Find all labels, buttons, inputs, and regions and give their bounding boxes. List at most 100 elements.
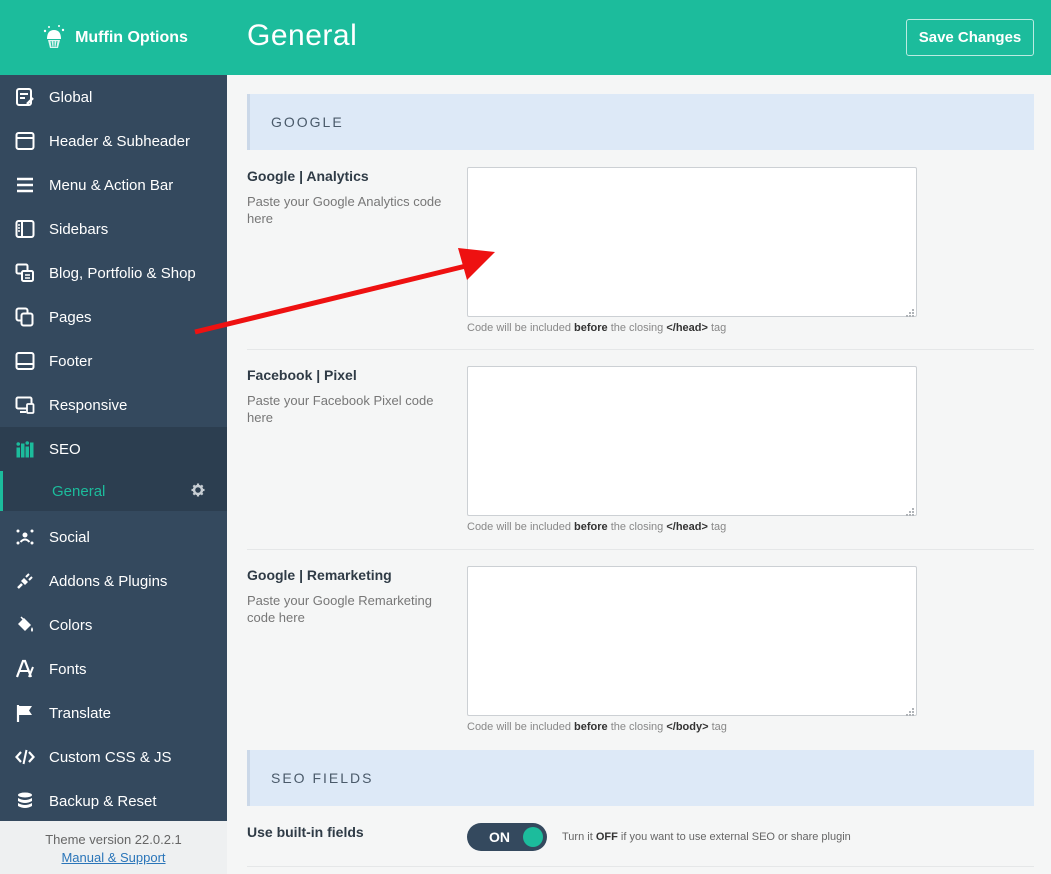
sidebar-item-blog[interactable]: Blog, Portfolio & Shop xyxy=(0,251,227,295)
note-emphasis: before xyxy=(574,721,608,733)
note-code: </head> xyxy=(666,521,708,533)
code-icon xyxy=(14,746,36,768)
field-facebook-pixel: Facebook | Pixel Paste your Facebook Pix… xyxy=(247,350,1034,550)
toggle-label: ON xyxy=(489,829,510,845)
toggle-note: Turn it OFF if you want to use external … xyxy=(562,831,851,843)
sidebar-item-label: Colors xyxy=(49,616,93,634)
sidebar-item-sidebars[interactable]: Sidebars xyxy=(0,207,227,251)
sidebar-item-label: Sidebars xyxy=(49,220,109,238)
gear-icon[interactable] xyxy=(191,483,205,497)
sidebar-subitem-general[interactable]: General xyxy=(0,471,227,511)
sidebar: Muffin Options Global Header & Subheader… xyxy=(0,0,227,874)
resize-grip-icon[interactable] xyxy=(905,504,915,516)
note-text: if you want to use external SEO or share… xyxy=(620,831,851,843)
sidebar-item-menu[interactable]: Menu & Action Bar xyxy=(0,163,227,207)
note-text: Code will be included xyxy=(467,721,571,733)
sidebar-item-label: Social xyxy=(49,528,90,546)
field-description: Paste your Google Analytics code here xyxy=(247,194,442,226)
field-title: Use built-in fields xyxy=(247,824,364,840)
sidebar-item-translate[interactable]: Translate xyxy=(0,691,227,735)
field-title: Google | Analytics xyxy=(247,168,369,184)
sidebar-item-backup[interactable]: Backup & Reset xyxy=(0,779,227,823)
sidebar-item-label: Backup & Reset xyxy=(49,792,157,810)
brand-title: Muffin Options xyxy=(75,28,188,46)
note-text: the closing xyxy=(610,521,664,533)
google-remarketing-textarea[interactable] xyxy=(467,566,917,716)
sidebar-item-label: Fonts xyxy=(49,660,87,678)
section-header-seo-fields: SEO FIELDS xyxy=(247,750,1034,806)
brand[interactable]: Muffin Options xyxy=(0,0,227,75)
note-code: </head> xyxy=(666,322,708,334)
database-icon xyxy=(14,790,36,812)
sidebar-item-responsive[interactable]: Responsive xyxy=(0,383,227,427)
theme-version: Theme version 22.0.2.1 xyxy=(45,832,182,847)
note-text: Turn it xyxy=(562,831,593,843)
sidebar-subitem-label: General xyxy=(52,482,106,500)
sidebar-item-global[interactable]: Global xyxy=(0,75,227,119)
section-header-google: GOOGLE xyxy=(247,94,1034,150)
page-title: General xyxy=(247,19,358,52)
note-text: the closing xyxy=(610,322,664,334)
sidebar-item-label: Header & Subheader xyxy=(49,132,190,150)
manual-support-link[interactable]: Manual & Support xyxy=(61,850,165,865)
field-note: Code will be included before the closing… xyxy=(467,521,726,533)
sidebar-item-label: Menu & Action Bar xyxy=(49,176,174,194)
sidebar-item-label: Translate xyxy=(49,704,111,722)
resize-grip-icon[interactable] xyxy=(905,704,915,716)
note-emphasis: OFF xyxy=(595,831,618,843)
note-text: tag xyxy=(711,721,727,733)
save-changes-button[interactable]: Save Changes xyxy=(906,19,1034,56)
chart-bars-icon xyxy=(14,438,36,460)
sidebar-item-label: SEO xyxy=(49,440,81,458)
resize-grip-icon[interactable] xyxy=(905,305,915,317)
sidebar-item-header[interactable]: Header & Subheader xyxy=(0,119,227,163)
note-emphasis: before xyxy=(574,322,608,334)
sidebar-item-footer[interactable]: Footer xyxy=(0,339,227,383)
sidebar-item-custom-css[interactable]: Custom CSS & JS xyxy=(0,735,227,779)
facebook-pixel-textarea[interactable] xyxy=(467,366,917,516)
field-description: Paste your Facebook Pixel code here xyxy=(247,393,434,425)
sidebar-item-pages[interactable]: Pages xyxy=(0,295,227,339)
font-icon xyxy=(14,658,36,680)
note-text: Code will be included xyxy=(467,322,571,334)
plug-icon xyxy=(14,570,36,592)
footer-icon xyxy=(14,350,36,372)
sidebar-item-label: Footer xyxy=(49,352,93,370)
toggle-knob xyxy=(523,827,543,847)
google-analytics-textarea[interactable] xyxy=(467,167,917,317)
window-icon xyxy=(14,130,36,152)
note-text: tag xyxy=(711,322,727,334)
field-use-builtin: Use built-in fields ON Turn it OFF if yo… xyxy=(247,806,1034,867)
sidebar-item-colors[interactable]: Colors xyxy=(0,603,227,647)
note-text: the closing xyxy=(610,721,664,733)
sidebar-item-label: Addons & Plugins xyxy=(49,572,168,590)
sidebar-item-label: Pages xyxy=(49,308,92,326)
field-description: Paste your Google Remarketing code here xyxy=(247,593,432,625)
sidebar-item-seo[interactable]: SEO xyxy=(0,427,227,471)
responsive-icon xyxy=(14,394,36,416)
muffin-logo-icon xyxy=(39,23,69,53)
field-note: Code will be included before the closing… xyxy=(467,721,727,733)
field-google-analytics: Google | Analytics Paste your Google Ana… xyxy=(247,150,1034,350)
flag-icon xyxy=(14,702,36,724)
sidebar-icon xyxy=(14,218,36,240)
sidebar-footer: Theme version 22.0.2.1 Manual & Support xyxy=(0,821,227,874)
sidebar-item-fonts[interactable]: Fonts xyxy=(0,647,227,691)
menu-icon xyxy=(14,174,36,196)
builtin-fields-toggle[interactable]: ON xyxy=(467,823,547,851)
document-edit-icon xyxy=(14,86,36,108)
field-title: Facebook | Pixel xyxy=(247,367,357,383)
sidebar-item-social[interactable]: Social xyxy=(0,515,227,559)
options-content: GOOGLE Google | Analytics Paste your Goo… xyxy=(247,94,1034,867)
sidebar-item-addons[interactable]: Addons & Plugins xyxy=(0,559,227,603)
paint-bucket-icon xyxy=(14,614,36,636)
note-emphasis: before xyxy=(574,521,608,533)
note-code: </body> xyxy=(666,721,709,733)
sidebar-item-label: Global xyxy=(49,88,93,106)
note-text: Code will be included xyxy=(467,521,571,533)
blog-icon xyxy=(14,262,36,284)
sidebar-item-label: Custom CSS & JS xyxy=(49,748,172,766)
field-note: Code will be included before the closing… xyxy=(467,322,726,334)
social-icon xyxy=(14,526,36,548)
sidebar-nav: Global Header & Subheader Menu & Action … xyxy=(0,75,227,823)
